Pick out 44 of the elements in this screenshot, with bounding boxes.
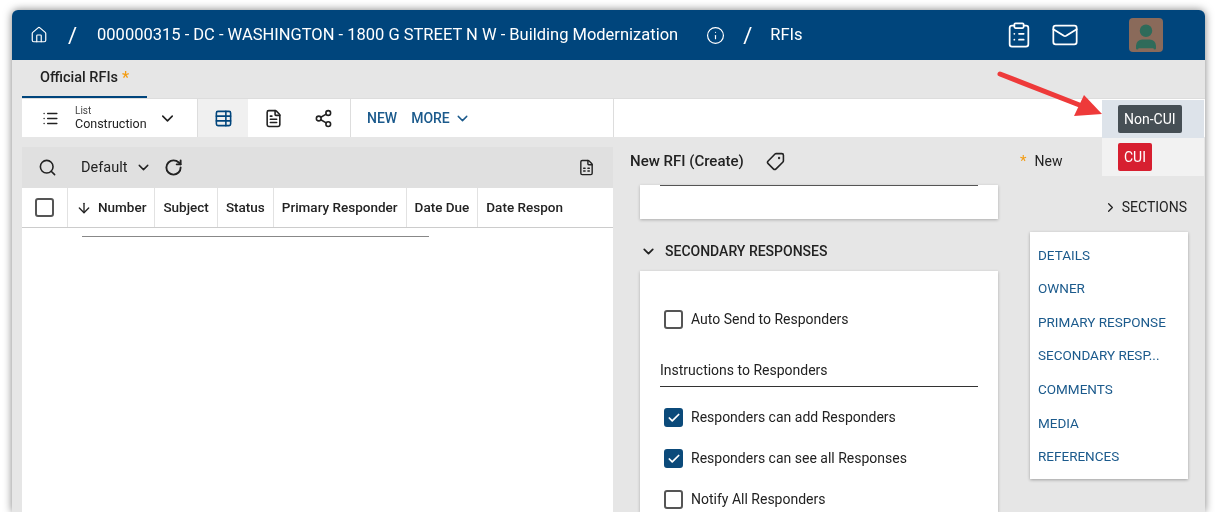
checkbox-label: Responders can see all Responses — [691, 449, 907, 468]
column-header[interactable]: Status — [217, 188, 274, 227]
home-icon[interactable] — [30, 26, 48, 44]
project-title[interactable]: 000000315 - DC - WASHINGTON - 1800 G STREET N W - Building Modernization — [97, 22, 679, 48]
new-button[interactable]: NEW — [367, 99, 398, 137]
tag-icon[interactable] — [765, 151, 785, 171]
table-view-icon[interactable] — [198, 99, 248, 137]
checkbox[interactable] — [664, 490, 683, 509]
form-title: New RFI (Create) — [630, 150, 744, 172]
more-button[interactable]: MORE — [411, 99, 471, 137]
sections-toggle[interactable]: SECTIONS — [1102, 197, 1187, 218]
status-marker: * — [1020, 150, 1027, 172]
column-header[interactable]: Date Due — [406, 188, 479, 227]
field-label: Instructions to Responders — [660, 360, 978, 387]
export-icon[interactable] — [578, 159, 595, 176]
section-link[interactable]: PRIMARY RESPONSE — [1038, 305, 1180, 339]
classification-badge[interactable]: CUI — [1118, 143, 1152, 171]
section-link[interactable]: OWNER — [1038, 271, 1180, 306]
info-icon[interactable] — [706, 25, 726, 45]
classification-badge[interactable]: Non-CUI — [1118, 105, 1182, 133]
breadcrumb-separator: / — [68, 21, 78, 50]
breadcrumb-separator: / — [743, 21, 753, 50]
section-header[interactable]: SECONDARY RESPONSES — [640, 237, 1008, 265]
search-icon[interactable] — [38, 158, 57, 177]
filter-dropdown[interactable]: Default — [81, 156, 153, 179]
section-link[interactable]: COMMENTS — [1038, 372, 1180, 406]
checkbox[interactable] — [664, 408, 683, 427]
column-header[interactable]: Subject — [155, 188, 218, 227]
section-link[interactable]: DETAILS — [1038, 238, 1180, 272]
checkbox[interactable] — [664, 449, 683, 468]
checkbox-label: Notify All Responders — [691, 490, 826, 509]
checkbox-label: Auto Send to Responders — [691, 310, 849, 329]
section-link[interactable]: REFERENCES — [1038, 439, 1180, 474]
page-title: RFIs — [770, 23, 803, 46]
status-text: New — [1034, 151, 1063, 171]
section-link[interactable]: SECONDARY RESP... — [1038, 338, 1180, 373]
select-all-checkbox[interactable] — [35, 198, 54, 217]
checkbox-label: Responders can add Responders — [691, 408, 896, 427]
column-header[interactable]: Primary Responder — [273, 188, 407, 227]
column-header[interactable]: Number — [68, 188, 156, 227]
section-link[interactable]: MEDIA — [1038, 405, 1180, 440]
checkbox[interactable] — [664, 310, 683, 329]
refresh-icon[interactable] — [164, 158, 184, 177]
column-header[interactable]: Date Respon — [478, 188, 571, 227]
